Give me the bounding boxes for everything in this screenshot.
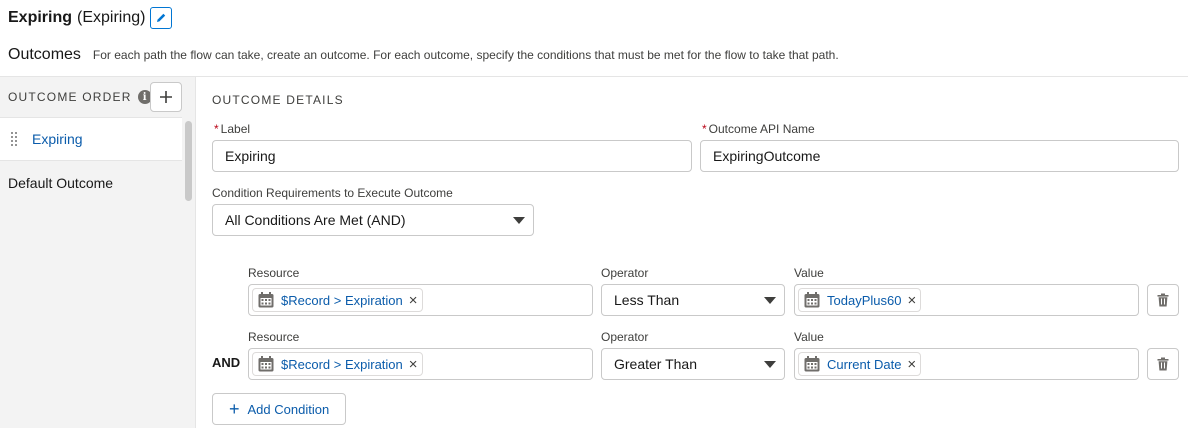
- chevron-down-icon: [513, 217, 525, 224]
- plus-icon: +: [229, 399, 240, 419]
- calendar-icon: [804, 292, 820, 308]
- api-name-input[interactable]: ExpiringOutcome: [700, 140, 1179, 172]
- chevron-down-icon: [764, 297, 776, 304]
- calendar-icon: [804, 356, 820, 372]
- close-icon[interactable]: ×: [409, 357, 418, 372]
- outcomes-description: For each path the flow can take, create …: [92, 48, 839, 62]
- value-input[interactable]: Current Date ×: [794, 348, 1139, 380]
- resource-input[interactable]: $Record > Expiration ×: [248, 348, 593, 380]
- operator-select[interactable]: Less Than: [601, 284, 785, 316]
- value-pill-label: Current Date: [827, 356, 902, 372]
- trash-icon: [1157, 357, 1169, 371]
- label-input[interactable]: Expiring: [212, 140, 692, 172]
- chevron-down-icon: [764, 361, 776, 368]
- sidebar-item-expiring[interactable]: Expiring: [0, 117, 182, 161]
- flow-element-header: Expiring (Expiring): [8, 6, 173, 30]
- outcome-details-title: OUTCOME DETAILS: [212, 93, 344, 107]
- element-title: Expiring: [8, 9, 73, 26]
- calendar-icon: [258, 356, 274, 372]
- label-field-label: * Label: [214, 122, 251, 136]
- sidebar-item-label: Expiring: [32, 131, 83, 147]
- operator-value: Greater Than: [614, 356, 698, 372]
- outcome-order-panel: OUTCOME ORDER i Expiring Default Outcome: [0, 77, 196, 428]
- value-pill-label: TodayPlus60: [827, 292, 902, 308]
- close-icon[interactable]: ×: [409, 293, 418, 308]
- delete-condition-button[interactable]: [1147, 348, 1179, 380]
- outcome-order-label: OUTCOME ORDER: [8, 90, 132, 104]
- resource-pill[interactable]: $Record > Expiration ×: [252, 352, 423, 376]
- operator-value: Less Than: [614, 292, 680, 308]
- value-pill[interactable]: TodayPlus60 ×: [798, 288, 922, 312]
- edit-button[interactable]: [150, 7, 173, 29]
- plus-icon: [160, 91, 172, 103]
- sidebar-scrollbar[interactable]: [185, 121, 192, 201]
- operator-label: Operator: [601, 266, 649, 280]
- condition-requirements-value: All Conditions Are Met (AND): [225, 212, 406, 228]
- trash-icon: [1157, 293, 1169, 307]
- outcome-details-panel: OUTCOME DETAILS * Label Expiring * Outcome…: [196, 77, 1188, 428]
- condition-requirements-label: Condition Requirements to Execute Outcom…: [212, 186, 453, 200]
- pencil-icon: [157, 13, 166, 22]
- add-condition-button[interactable]: + Add Condition: [212, 393, 347, 425]
- sidebar-item-default-outcome[interactable]: Default Outcome: [8, 175, 113, 191]
- resource-pill[interactable]: $Record > Expiration ×: [252, 288, 423, 312]
- operator-label: Operator: [601, 330, 649, 344]
- value-input[interactable]: TodayPlus60 ×: [794, 284, 1139, 316]
- close-icon[interactable]: ×: [907, 293, 916, 308]
- api-name-field-label: * Outcome API Name: [702, 122, 815, 136]
- drag-handle-icon[interactable]: [11, 132, 19, 146]
- value-pill[interactable]: Current Date ×: [798, 352, 922, 376]
- operator-select[interactable]: Greater Than: [601, 348, 785, 380]
- resource-pill-label: $Record > Expiration: [281, 292, 403, 308]
- delete-condition-button[interactable]: [1147, 284, 1179, 316]
- add-outcome-button[interactable]: [150, 82, 182, 112]
- logic-operator-label: AND: [212, 355, 241, 370]
- element-api-name: (Expiring): [77, 9, 146, 26]
- resource-pill-label: $Record > Expiration: [281, 356, 403, 372]
- resource-input[interactable]: $Record > Expiration ×: [248, 284, 593, 316]
- resource-label: Resource: [248, 330, 300, 344]
- outcomes-title: Outcomes: [8, 46, 81, 63]
- value-label: Value: [794, 330, 824, 344]
- resource-label: Resource: [248, 266, 300, 280]
- close-icon[interactable]: ×: [907, 357, 916, 372]
- value-label: Value: [794, 266, 824, 280]
- condition-requirements-select[interactable]: All Conditions Are Met (AND): [212, 204, 534, 236]
- calendar-icon: [258, 292, 274, 308]
- outcomes-heading: Outcomes For each path the flow can take…: [8, 46, 839, 64]
- add-condition-label: Add Condition: [247, 401, 330, 417]
- outcome-order-header: OUTCOME ORDER i: [8, 83, 152, 111]
